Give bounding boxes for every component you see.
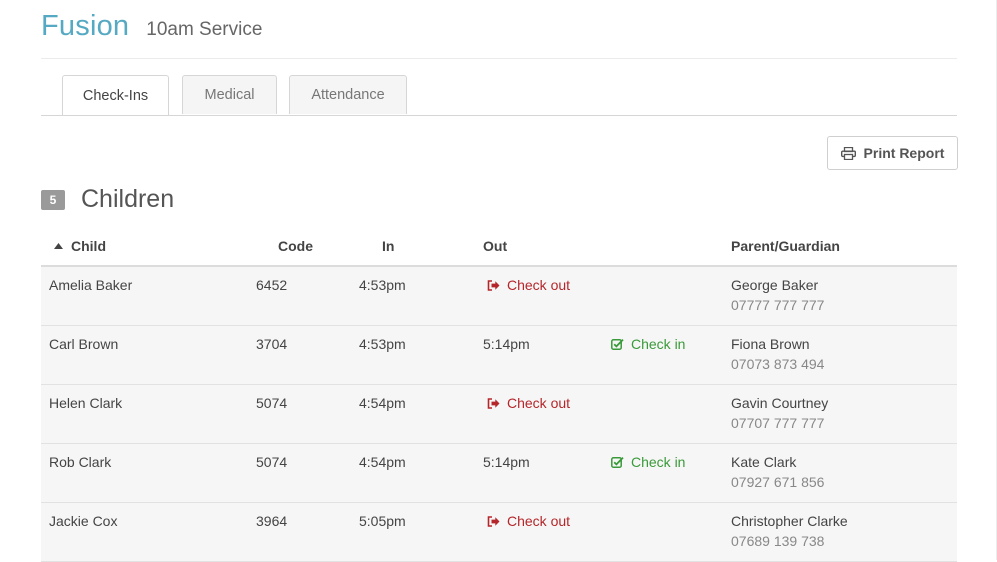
check-in-label: Check in [631, 454, 686, 470]
check-out-label: Check out [507, 277, 571, 293]
parent-name: Fiona Brown [731, 336, 810, 352]
column-header-child[interactable]: Child [54, 238, 106, 254]
printer-icon [840, 146, 856, 160]
check-in-time: 4:54pm [359, 395, 406, 411]
child-code: 3704 [256, 336, 288, 352]
child-code: 5074 [256, 454, 288, 470]
column-header-code[interactable]: Code [278, 238, 313, 254]
check-in-label: Check in [631, 336, 686, 352]
tab-bar: Check-Ins Medical Attendance [41, 75, 957, 116]
brand-title: Fusion [41, 10, 130, 42]
sign-out-icon [487, 397, 500, 409]
parent-phone: 07707 777 777 [731, 415, 825, 431]
check-out-button[interactable]: Check out [487, 395, 570, 411]
parent-phone: 07073 873 494 [731, 356, 825, 372]
child-name: Jackie Cox [49, 513, 118, 529]
children-table: Amelia Baker 6452 4:53pm Check out Georg… [41, 267, 957, 562]
print-report-button[interactable]: Print Report [827, 136, 958, 170]
print-report-label: Print Report [863, 145, 945, 161]
table-row: Rob Clark 5074 4:54pm 5:14pm Check in Ka… [41, 444, 957, 503]
child-name: Amelia Baker [49, 277, 133, 293]
column-header-out[interactable]: Out [483, 238, 507, 254]
child-code: 3964 [256, 513, 288, 529]
column-header-in[interactable]: In [382, 238, 394, 254]
check-in-time: 4:53pm [359, 277, 406, 293]
tab-check-ins[interactable]: Check-Ins [62, 75, 169, 115]
header-divider [41, 58, 957, 59]
parent-phone: 07689 139 738 [731, 533, 825, 549]
check-square-icon [611, 456, 624, 468]
column-header-parent[interactable]: Parent/Guardian [731, 238, 840, 254]
check-in-button[interactable]: Check in [611, 336, 685, 352]
column-label-child: Child [71, 238, 106, 254]
parent-name: Gavin Courtney [731, 395, 829, 411]
parent-phone: 07777 777 777 [731, 297, 825, 313]
check-in-button[interactable]: Check in [611, 454, 685, 470]
child-name: Rob Clark [49, 454, 112, 470]
child-code: 5074 [256, 395, 288, 411]
sign-out-icon [487, 279, 500, 291]
tab-medical[interactable]: Medical [182, 75, 277, 114]
check-in-time: 4:54pm [359, 454, 406, 470]
table-row: Carl Brown 3704 4:53pm 5:14pm Check in F… [41, 326, 957, 385]
check-square-icon [611, 338, 624, 350]
parent-name: Kate Clark [731, 454, 797, 470]
check-out-button[interactable]: Check out [487, 513, 570, 529]
service-name: 10am Service [146, 19, 263, 40]
check-out-button[interactable]: Check out [487, 277, 570, 293]
table-row: Helen Clark 5074 4:54pm Check out Gavin … [41, 385, 957, 444]
child-code: 6452 [256, 277, 288, 293]
check-out-label: Check out [507, 395, 571, 411]
check-out-time: 5:14pm [483, 454, 530, 470]
page-header: Fusion 10am Service [41, 10, 262, 50]
section-heading: 5 Children [41, 185, 174, 214]
check-in-time: 5:05pm [359, 513, 406, 529]
children-count-badge: 5 [41, 189, 65, 210]
parent-name: Christopher Clarke [731, 513, 848, 529]
check-out-label: Check out [507, 513, 571, 529]
section-title: Children [81, 185, 175, 213]
child-name: Helen Clark [49, 395, 123, 411]
check-in-time: 4:53pm [359, 336, 406, 352]
table-row: Jackie Cox 3964 5:05pm Check out Christo… [41, 503, 957, 562]
sign-out-icon [487, 515, 500, 527]
check-out-time: 5:14pm [483, 336, 530, 352]
parent-name: George Baker [731, 277, 819, 293]
child-name: Carl Brown [49, 336, 119, 352]
tab-attendance[interactable]: Attendance [289, 75, 407, 114]
sort-ascending-icon [54, 243, 63, 249]
parent-phone: 07927 671 856 [731, 474, 825, 490]
table-row: Amelia Baker 6452 4:53pm Check out Georg… [41, 267, 957, 326]
